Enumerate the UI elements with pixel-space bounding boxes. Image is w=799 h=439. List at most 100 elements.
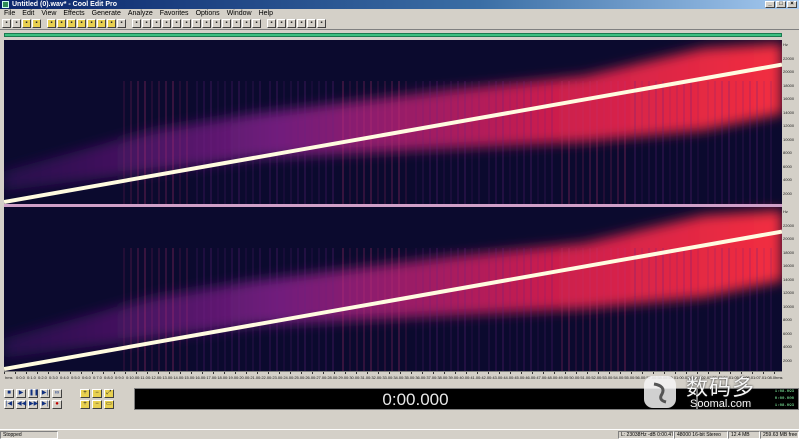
go-to-start-button[interactable]: |◀ [4, 400, 14, 409]
spectral-canvas[interactable] [4, 40, 782, 371]
zoom-out-vertical-button[interactable]: − [92, 400, 102, 409]
toolbar-button-waveform[interactable]: ▪ [12, 19, 21, 28]
time-tick [114, 372, 115, 374]
time-label: 0:12.0 [148, 375, 160, 380]
loop-button[interactable]: ∞ [52, 389, 62, 398]
time-label: 0:8.0 [104, 375, 113, 380]
spectral-channel-right[interactable] [4, 207, 782, 371]
zoom-out-horizontal-button[interactable]: − [92, 389, 102, 398]
frequency-label: Hz [783, 209, 788, 214]
toolbar-button-stretch[interactable]: ▪ [232, 19, 241, 28]
about-icon: ▪ [320, 20, 323, 26]
zoom-out-icon: − [95, 390, 99, 396]
toolbar-button-copy[interactable]: ▪ [57, 19, 66, 28]
fast-forward-icon: ▶▶ [29, 401, 39, 407]
toolbar-button-cue[interactable]: ▪ [287, 19, 296, 28]
rewind-button[interactable]: ◀◀ [16, 400, 26, 409]
toolbar-button-envelope[interactable]: ▪ [162, 19, 171, 28]
time-label: 0:45.0 [511, 375, 523, 380]
status-format: 48000 16-bit Stereo [674, 430, 728, 439]
toolbar-button-eq[interactable]: ▪ [222, 19, 231, 28]
play-button[interactable]: ▶ [16, 389, 26, 398]
toolbar-button-about[interactable]: ▪ [317, 19, 326, 28]
status-bar: Stopped L: 23038Hz -dB 0:00.475 48000 16… [0, 429, 799, 439]
pause-button[interactable]: ❚❚ [28, 389, 39, 398]
toolbar-button-cut[interactable]: ▪ [47, 19, 56, 28]
time-tick [59, 372, 60, 374]
stop-button[interactable]: ■ [4, 389, 14, 398]
toolbar-button-new[interactable]: ▪ [117, 19, 126, 28]
record-button[interactable]: ● [52, 400, 62, 409]
menu-help[interactable]: Help [258, 10, 274, 17]
tone-icon: ▪ [255, 20, 258, 26]
menu-window[interactable]: Window [226, 10, 253, 17]
time-tick [433, 372, 434, 374]
toolbar-button-normalize[interactable]: ▪ [152, 19, 161, 28]
toolbar-button-mix-paste[interactable]: ▪ [97, 19, 106, 28]
time-label: 0:23.0 [269, 375, 281, 380]
toolbar-button-echo[interactable]: ▪ [202, 19, 211, 28]
time-tick [466, 372, 467, 374]
time-tick [510, 372, 511, 374]
time-tick [389, 372, 390, 374]
toolbar-button-filter[interactable]: ▪ [212, 19, 221, 28]
toolbar-button-settings[interactable]: ▪ [297, 19, 306, 28]
toolbar-button-trim[interactable]: ▪ [107, 19, 116, 28]
eq-icon: ▪ [225, 20, 228, 26]
menu-generate[interactable]: Generate [91, 10, 122, 17]
minimize-button[interactable]: _ [765, 1, 775, 8]
toolbar-button-undo[interactable]: ▪ [77, 19, 86, 28]
time-tick [15, 372, 16, 374]
toolbar-button-pitch[interactable]: ▪ [242, 19, 251, 28]
menu-view[interactable]: View [40, 10, 57, 17]
toolbar-button-save[interactable]: ▪ [32, 19, 41, 28]
toolbar-button-paste[interactable]: ▪ [67, 19, 76, 28]
toolbar-button-redo[interactable]: ▪ [87, 19, 96, 28]
toolbar-button-noise[interactable]: ▪ [172, 19, 181, 28]
rewind-icon: ◀◀ [17, 401, 27, 407]
zoom-full-button[interactable]: ⤢ [104, 389, 114, 398]
toolbar-button-tone[interactable]: ▪ [252, 19, 261, 28]
toolbar-button-delay[interactable]: ▪ [192, 19, 201, 28]
amplify-icon: ▪ [145, 20, 148, 26]
toolbar-button-record-settings[interactable]: ▪ [132, 19, 141, 28]
menu-file[interactable]: File [3, 10, 16, 17]
frequency-label: 16000 [783, 263, 795, 268]
zoom-in-horizontal-button[interactable]: + [80, 389, 90, 398]
frequency-label: 12000 [783, 290, 795, 295]
menu-analyze[interactable]: Analyze [127, 10, 154, 17]
spectral-channel-left[interactable] [4, 40, 782, 204]
time-label: 0:19.0 [225, 375, 237, 380]
go-to-end-button[interactable]: ▶| [40, 400, 50, 409]
zoom-selection-button[interactable]: ▭ [104, 400, 114, 409]
toolbar-button-amplify[interactable]: ▪ [142, 19, 151, 28]
toolbar-button-multitrack[interactable]: ▪ [2, 19, 11, 28]
menu-edit[interactable]: Edit [21, 10, 35, 17]
status-spacer [58, 431, 618, 439]
zoom-in-vertical-button[interactable]: + [80, 400, 90, 409]
app-icon [2, 1, 9, 8]
frequency-label: 10000 [783, 136, 795, 142]
zoom-full-icon: ⤢ [106, 390, 112, 396]
close-button[interactable]: × [787, 1, 797, 8]
record-icon: ● [55, 401, 59, 407]
time-label: 0:31.0 [357, 375, 369, 380]
frequency-label: 14000 [783, 109, 795, 115]
time-tick [477, 372, 478, 374]
maximize-button[interactable]: □ [776, 1, 786, 8]
frequency-label: 4000 [783, 344, 792, 349]
menu-options[interactable]: Options [195, 10, 221, 17]
waveform-overview-bar[interactable] [4, 33, 782, 37]
spectral-view[interactable] [4, 40, 782, 371]
toolbar-button-analyze[interactable]: ▪ [267, 19, 276, 28]
fast-forward-button[interactable]: ▶▶ [28, 400, 38, 409]
toolbar-button-spectral[interactable]: ▪ [277, 19, 286, 28]
toolbar-button-open[interactable]: ▪ [22, 19, 31, 28]
menu-favorites[interactable]: Favorites [159, 10, 190, 17]
pitch-icon: ▪ [245, 20, 248, 26]
toolbar-button-reverb[interactable]: ▪ [182, 19, 191, 28]
play-to-end-button[interactable]: ▶| [40, 389, 50, 398]
toolbar-button-help[interactable]: ▪ [307, 19, 316, 28]
time-tick [587, 372, 588, 374]
menu-effects[interactable]: Effects [62, 10, 85, 17]
